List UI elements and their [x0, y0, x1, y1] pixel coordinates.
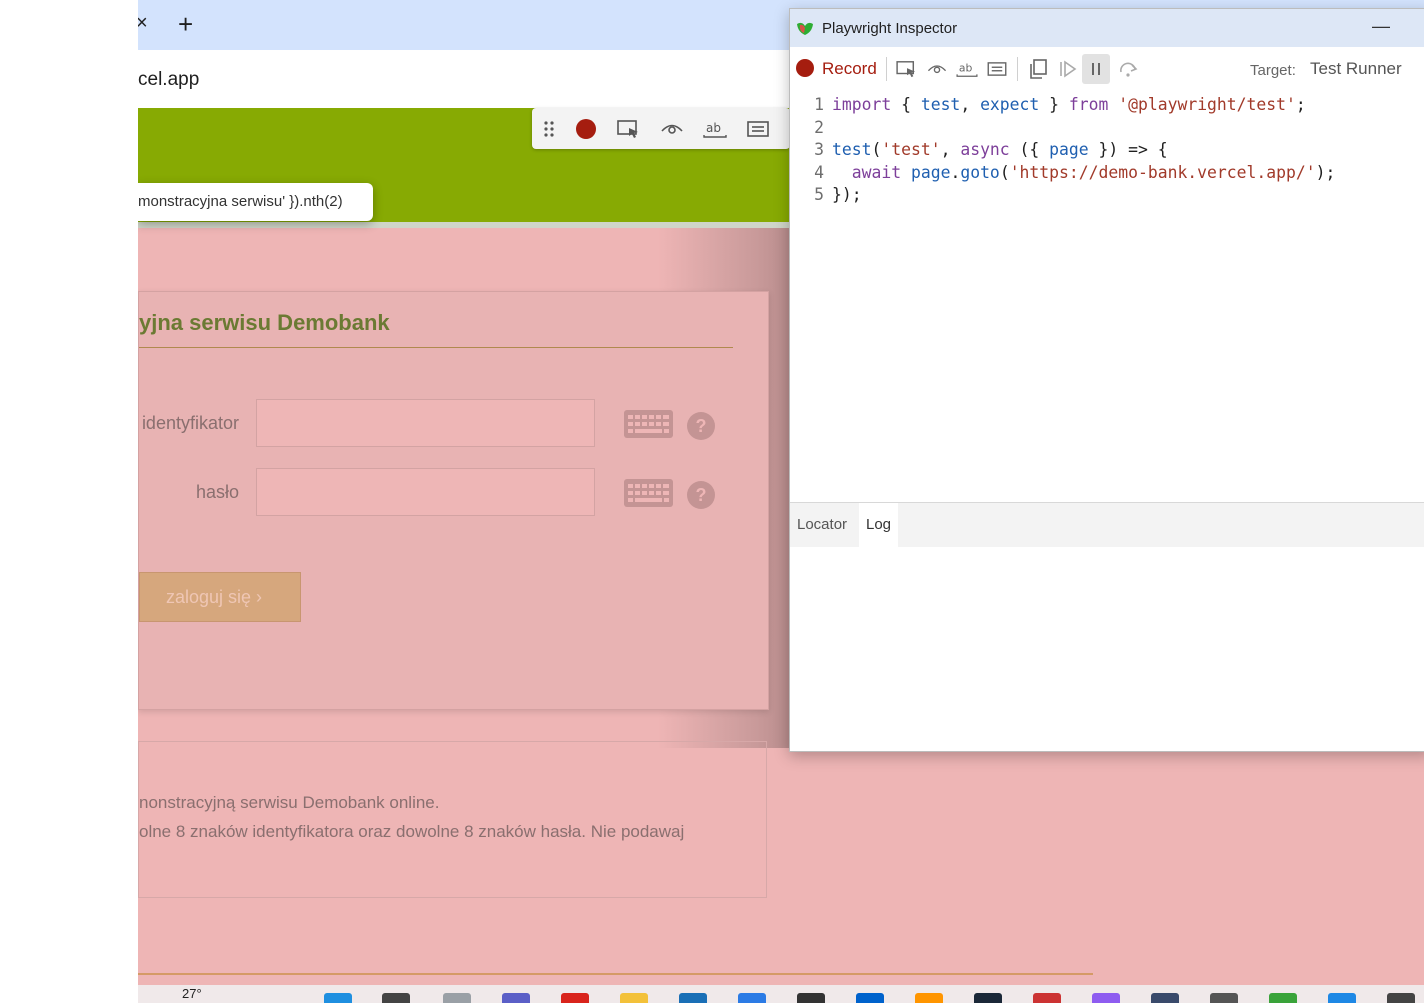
app-icon-grey[interactable] [1210, 993, 1238, 1003]
keyboard-icon[interactable] [624, 479, 673, 507]
line-number: 1 [814, 95, 824, 114]
record-icon[interactable] [796, 59, 814, 77]
line-number: 5 [814, 185, 824, 205]
windows-taskbar: 27° [138, 985, 1424, 1003]
footer-divider [138, 973, 1093, 975]
code-editor[interactable]: 1 import { test, expect } from '@playwrig… [790, 95, 1424, 208]
close-tab-icon[interactable]: × [138, 12, 148, 35]
inspector-toolbar: Record ab Target: Test Runner [790, 47, 1424, 91]
app-icon-blue[interactable] [1151, 993, 1179, 1003]
code-line: 3 test('test', async ({ page }) => { [790, 140, 1424, 163]
info-panel: nonstracyjną serwisu Demobank online. ol… [138, 741, 767, 898]
login-panel: yjna serwisu Demobank identyfikator ? ha… [138, 291, 769, 710]
svg-text:ab: ab [959, 62, 973, 75]
code-line: 1 import { test, expect } from '@playwrig… [790, 95, 1424, 118]
folder-icon[interactable] [620, 993, 648, 1003]
resume-icon[interactable] [1056, 57, 1080, 81]
pick-locator-icon[interactable] [895, 57, 919, 81]
line-content: test('test', async ({ page }) => { [832, 140, 1168, 160]
line-number: 2 [814, 117, 824, 137]
login-title: yjna serwisu Demobank [139, 310, 390, 335]
assert-visibility-icon[interactable] [659, 116, 685, 142]
store-icon[interactable] [679, 993, 707, 1003]
target-label: Target: [1250, 62, 1296, 79]
weather-widget[interactable]: 27° [182, 986, 202, 1001]
password-label: hasło [195, 482, 239, 502]
identifier-help-icon[interactable]: ? [687, 412, 715, 440]
recorder-floating-toolbar: ab [532, 108, 790, 149]
app-icon-red[interactable] [1033, 993, 1061, 1003]
desktop-background [0, 0, 138, 1003]
toolbar-separator [1017, 57, 1018, 81]
line-content: }); [832, 185, 862, 205]
inspector-titlebar: Playwright Inspector — [790, 9, 1424, 47]
inspector-title: Playwright Inspector [822, 20, 958, 37]
mail-icon[interactable] [856, 993, 884, 1003]
steam-icon[interactable] [974, 993, 1002, 1003]
target-select[interactable]: Test Runner [1310, 59, 1402, 79]
step-over-icon[interactable] [1116, 57, 1140, 81]
login-button[interactable]: zaloguj się › [139, 572, 301, 622]
code-line: 2 [790, 118, 1424, 141]
identifier-input[interactable] [256, 399, 595, 447]
firefox-icon[interactable] [915, 993, 943, 1003]
vscode-icon[interactable] [738, 993, 766, 1003]
drag-handle-icon[interactable] [536, 116, 562, 142]
title-underline [139, 347, 733, 348]
opera-icon[interactable] [561, 993, 589, 1003]
teams-icon[interactable] [502, 993, 530, 1003]
info-text-line-1: nonstracyjną serwisu Demobank online. [139, 793, 440, 812]
record-icon[interactable] [573, 116, 599, 142]
minimize-button[interactable]: — [1372, 16, 1390, 37]
line-number: 4 [814, 162, 824, 182]
playwright-inspector-window: Playwright Inspector — Record ab Target:… [789, 8, 1424, 752]
password-input[interactable] [256, 468, 595, 516]
code-line: 4 await page.goto('https://demo-bank.ver… [790, 163, 1424, 186]
url-text[interactable]: cel.app [138, 69, 199, 91]
app-icon-dark[interactable] [1387, 993, 1415, 1003]
pick-locator-icon[interactable] [616, 116, 642, 142]
line-content: import { test, expect } from '@playwrigh… [832, 95, 1306, 114]
info-text-line-2: olne 8 znaków identyfikatora oraz dowoln… [139, 822, 685, 841]
password-help-icon[interactable]: ? [687, 481, 715, 509]
search-icon[interactable] [382, 993, 410, 1003]
assert-text-icon[interactable]: ab [702, 116, 728, 142]
start-icon[interactable] [324, 993, 352, 1003]
playwright-logo-icon [797, 22, 813, 35]
line-number: 3 [814, 140, 824, 160]
pause-icon[interactable] [1082, 54, 1110, 84]
copy-icon[interactable] [1026, 57, 1050, 81]
assert-text-icon[interactable]: ab [955, 57, 979, 81]
assert-visibility-icon[interactable] [925, 57, 949, 81]
tab-log[interactable]: Log [859, 503, 899, 547]
record-button[interactable]: Record [822, 59, 877, 79]
assert-value-icon[interactable] [985, 57, 1009, 81]
new-tab-button[interactable]: + [178, 9, 193, 40]
locator-tooltip: monstracyjna serwisu' }).nth(2) [138, 183, 373, 221]
assert-value-icon[interactable] [745, 116, 771, 142]
keyboard-icon[interactable] [624, 410, 673, 438]
code-line: 5}); [790, 185, 1424, 208]
inspector-tabs: Locator Log [790, 502, 1424, 547]
toolbar-separator [886, 57, 887, 81]
app-icon-purple[interactable] [1092, 993, 1120, 1003]
calendar-icon[interactable] [1328, 993, 1356, 1003]
terminal-icon[interactable] [797, 993, 825, 1003]
app-icon-green[interactable] [1269, 993, 1297, 1003]
task-view-icon[interactable] [443, 993, 471, 1003]
identifier-label: identyfikator [141, 413, 239, 433]
svg-text:ab: ab [706, 121, 721, 135]
line-content: await page.goto('https://demo-bank.verce… [851, 162, 1336, 182]
tab-locator[interactable]: Locator [790, 503, 854, 547]
